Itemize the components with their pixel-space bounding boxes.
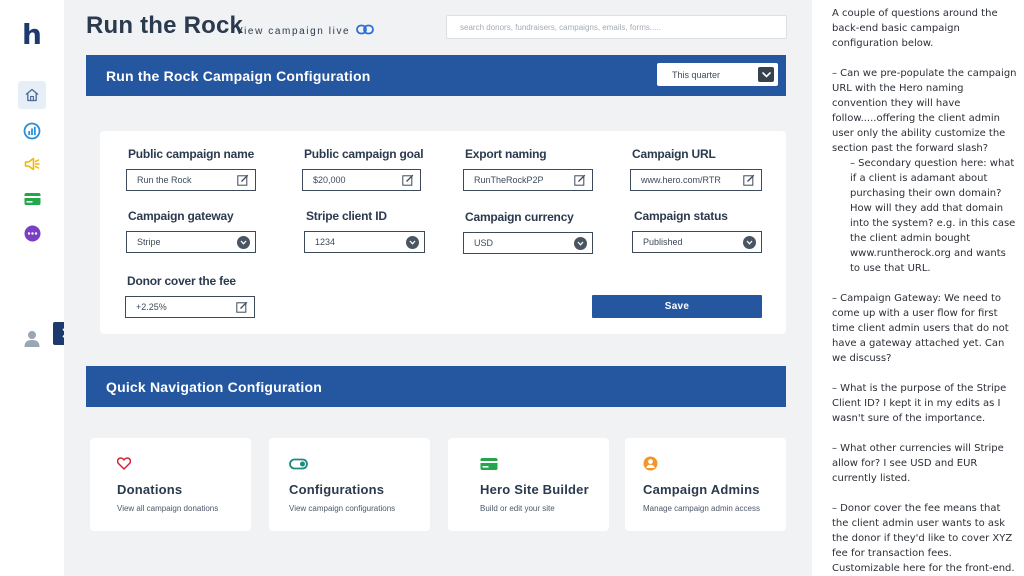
link-icon [356, 24, 375, 38]
campaign-gateway-value: Stripe [137, 237, 161, 247]
sidebar-item-payments[interactable] [18, 185, 46, 213]
campaign-status-value: Published [643, 237, 683, 247]
quick-nav-header: Quick Navigation Configuration [86, 366, 786, 407]
campaign-status-label: Campaign status [634, 209, 728, 223]
note-paragraph: – Campaign Gateway: We need to come up w… [832, 293, 1009, 364]
edit-icon[interactable] [742, 173, 756, 187]
notes-panel: A couple of questions around the back-en… [812, 0, 1024, 576]
megaphone-icon [23, 155, 41, 173]
note-paragraph: A couple of questions around the back-en… [832, 8, 998, 49]
user-icon [24, 330, 40, 347]
campaign-goal-label: Public campaign goal [304, 147, 424, 161]
quick-nav-card-desc: View all campaign donations [117, 504, 219, 513]
campaign-config-header: Run the Rock Campaign Configuration This… [86, 55, 786, 96]
quick-nav-card-campaign-admins[interactable]: Campaign Admins Manage campaign admin ac… [625, 438, 786, 531]
sidebar: h [0, 0, 64, 576]
page-title: Run the Rock [86, 12, 244, 39]
quick-nav-card-site-builder[interactable]: Hero Site Builder Build or edit your sit… [448, 438, 609, 531]
campaign-url-value: www.hero.com/RTR [641, 175, 721, 185]
chevron-down-icon [406, 235, 419, 249]
campaign-name-label: Public campaign name [128, 147, 255, 161]
campaign-name-field[interactable]: Run the Rock [126, 169, 256, 191]
donor-cover-fee-label: Donor cover the fee [127, 274, 236, 288]
quick-nav-card-desc: View campaign configurations [289, 504, 396, 513]
stripe-client-id-select[interactable]: 1234 [304, 231, 425, 253]
note-sub-paragraph: – Secondary question here: what if a cli… [850, 158, 1016, 274]
quick-nav-card-title: Campaign Admins [643, 482, 760, 497]
save-button[interactable]: Save [592, 295, 762, 318]
stripe-client-id-label: Stripe client ID [306, 209, 387, 223]
edit-icon[interactable] [236, 173, 250, 187]
campaign-currency-value: USD [474, 238, 494, 248]
user-avatar[interactable] [18, 324, 46, 352]
logo[interactable]: h [22, 18, 42, 52]
quick-nav-card-desc: Build or edit your site [480, 504, 555, 513]
note-paragraph: – What other currencies will Stripe allo… [832, 443, 1004, 484]
campaign-currency-label: Campaign currency [465, 210, 574, 224]
view-campaign-live-link[interactable]: View campaign live [236, 24, 375, 38]
chevron-down-icon [237, 235, 250, 249]
note-paragraph: – Can we pre-populate the campaign URL w… [832, 68, 1017, 154]
toggle-icon [289, 457, 309, 475]
export-naming-value: RunTheRockP2P [474, 175, 544, 185]
period-select[interactable]: This quarter [657, 63, 778, 86]
campaign-url-field[interactable]: www.hero.com/RTR [630, 169, 762, 191]
export-naming-label: Export naming [465, 147, 547, 161]
campaign-gateway-label: Campaign gateway [128, 209, 234, 223]
quick-nav-card-configurations[interactable]: Configurations View campaign configurati… [269, 438, 430, 531]
user-circle-icon [643, 456, 658, 476]
heart-icon [116, 457, 132, 475]
period-select-value: This quarter [672, 69, 721, 80]
chevron-down-icon [743, 235, 756, 249]
campaign-url-label: Campaign URL [632, 147, 716, 161]
home-icon [24, 87, 40, 103]
donor-cover-fee-value: +2.25% [136, 302, 167, 312]
quick-nav-card-desc: Manage campaign admin access [643, 504, 760, 513]
stripe-client-id-value: 1234 [315, 237, 336, 247]
view-live-label: View campaign live [236, 25, 351, 37]
campaign-name-value: Run the Rock [137, 175, 192, 185]
edit-icon[interactable] [573, 173, 587, 187]
more-icon [24, 225, 41, 242]
sidebar-item-analytics[interactable] [18, 117, 46, 145]
sidebar-item-more[interactable] [18, 219, 46, 247]
chevron-down-icon [574, 236, 587, 250]
campaign-goal-value: $20,000 [313, 175, 346, 185]
quick-nav-card-title: Donations [117, 482, 183, 497]
campaign-goal-field[interactable]: $20,000 [302, 169, 421, 191]
card-icon [480, 457, 498, 476]
chevron-down-icon [758, 67, 774, 82]
card-icon [24, 192, 41, 206]
note-paragraph: – Donor cover the fee means that the cli… [832, 503, 1015, 574]
analytics-icon [23, 122, 41, 140]
search-input[interactable] [446, 15, 787, 39]
quick-nav-card-donations[interactable]: Donations View all campaign donations [90, 438, 251, 531]
campaign-currency-select[interactable]: USD [463, 232, 593, 254]
main-content: Run the Rock View campaign live Run the … [64, 0, 812, 576]
app: h Run the Rock View campaign live search… [0, 0, 1024, 576]
quick-nav-card-title: Configurations [289, 482, 385, 497]
note-paragraph: – What is the purpose of the Stripe Clie… [832, 383, 1007, 424]
campaign-config-title: Run the Rock Campaign Configuration [106, 68, 371, 84]
quick-nav-card-title: Hero Site Builder [480, 482, 589, 497]
campaign-status-select[interactable]: Published [632, 231, 762, 253]
sidebar-item-campaigns[interactable] [18, 150, 46, 178]
sidebar-item-home[interactable] [18, 81, 46, 109]
donor-cover-fee-field[interactable]: +2.25% [125, 296, 255, 318]
edit-icon[interactable] [235, 300, 249, 314]
campaign-gateway-select[interactable]: Stripe [126, 231, 256, 253]
quick-nav-title: Quick Navigation Configuration [106, 379, 323, 395]
export-naming-field[interactable]: RunTheRockP2P [463, 169, 593, 191]
edit-icon[interactable] [401, 173, 415, 187]
